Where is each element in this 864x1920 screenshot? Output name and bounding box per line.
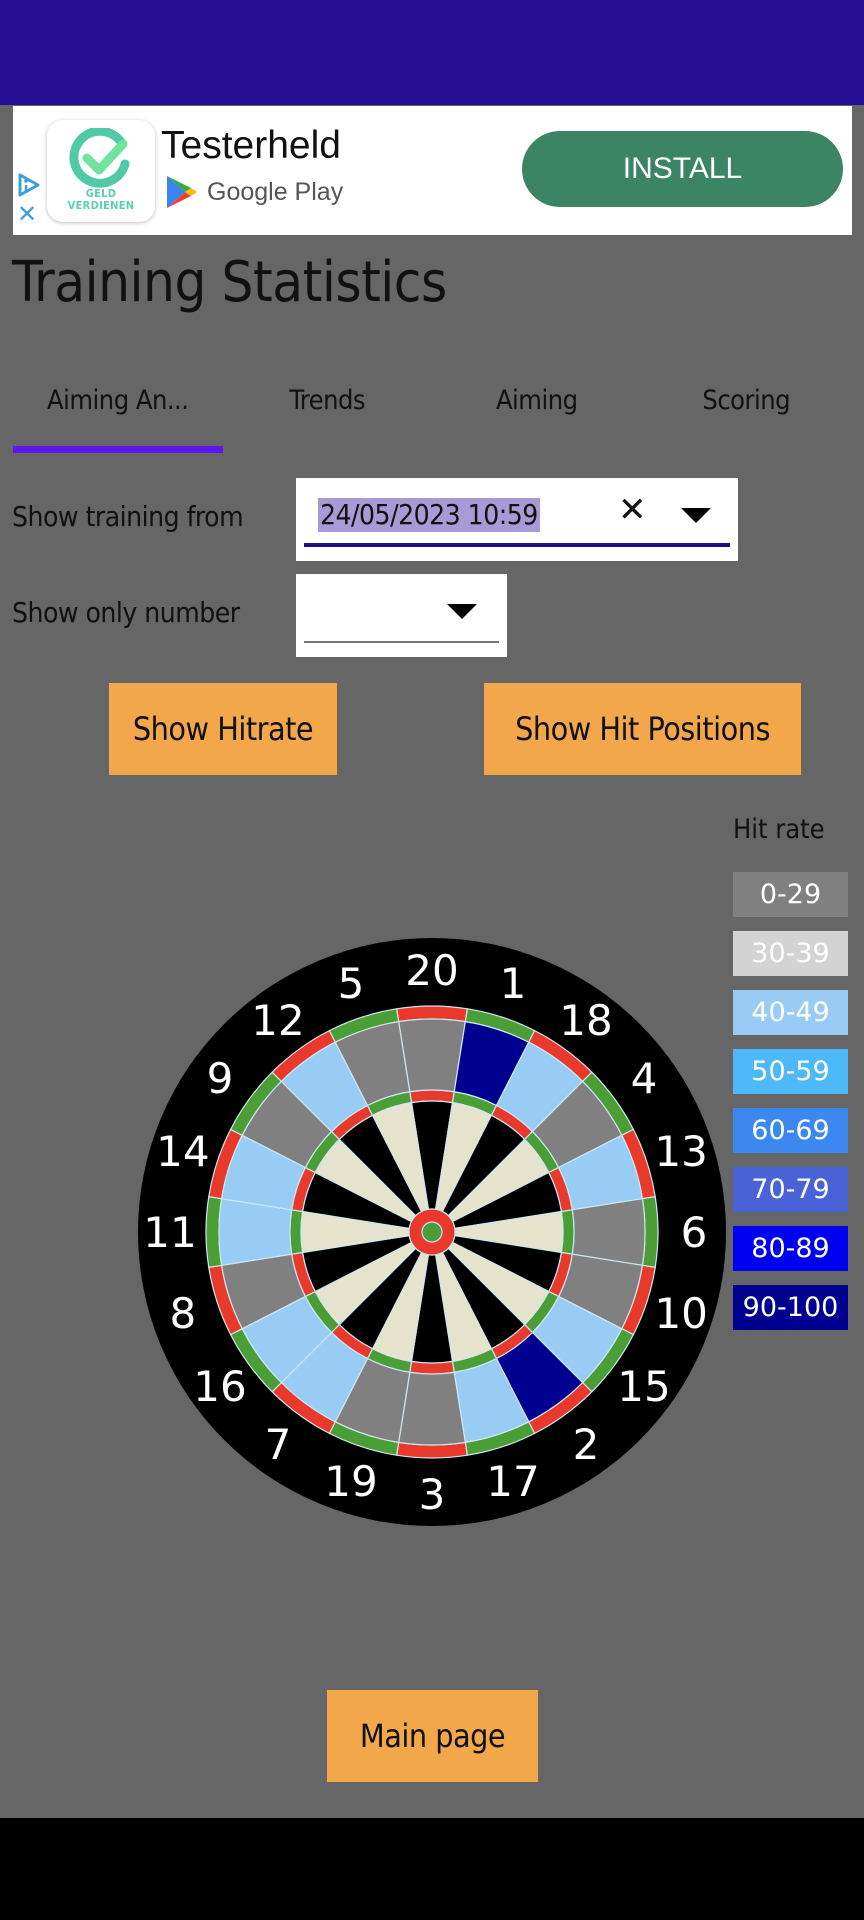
board-number-10: 10 — [654, 1289, 707, 1338]
board-number-20: 20 — [405, 946, 458, 995]
dartboard[interactable]: 20 1 18 4 13 6 10 15 2 17 3 19 7 16 8 11 14 9 12 5 — [0, 0, 864, 1560]
board-number-14: 14 — [156, 1127, 209, 1176]
board-number-9: 9 — [207, 1054, 234, 1103]
board-number-2: 2 — [573, 1420, 600, 1469]
board-number-12: 12 — [251, 996, 304, 1045]
board-number-11: 11 — [143, 1208, 196, 1257]
board-number-3: 3 — [419, 1470, 446, 1519]
board-number-13: 13 — [654, 1127, 707, 1176]
outer-single-segment-11[interactable] — [218, 1197, 293, 1267]
board-number-5: 5 — [338, 959, 365, 1008]
navigation-bar — [0, 1818, 864, 1920]
outer-single-segment-20[interactable] — [397, 1018, 467, 1093]
board-number-4: 4 — [631, 1054, 658, 1103]
main-page-button[interactable]: Main page — [327, 1690, 538, 1782]
board-number-17: 17 — [486, 1457, 539, 1506]
board-number-6: 6 — [681, 1208, 708, 1257]
outer-single-segment-6[interactable] — [571, 1197, 646, 1267]
board-number-8: 8 — [169, 1289, 196, 1338]
board-number-15: 15 — [617, 1362, 670, 1411]
bullseye[interactable] — [421, 1221, 443, 1243]
board-number-7: 7 — [265, 1420, 292, 1469]
outer-single-segment-3[interactable] — [397, 1371, 467, 1446]
board-number-16: 16 — [193, 1362, 246, 1411]
board-number-18: 18 — [559, 996, 612, 1045]
board-number-1: 1 — [500, 959, 527, 1008]
board-number-19: 19 — [324, 1457, 377, 1506]
